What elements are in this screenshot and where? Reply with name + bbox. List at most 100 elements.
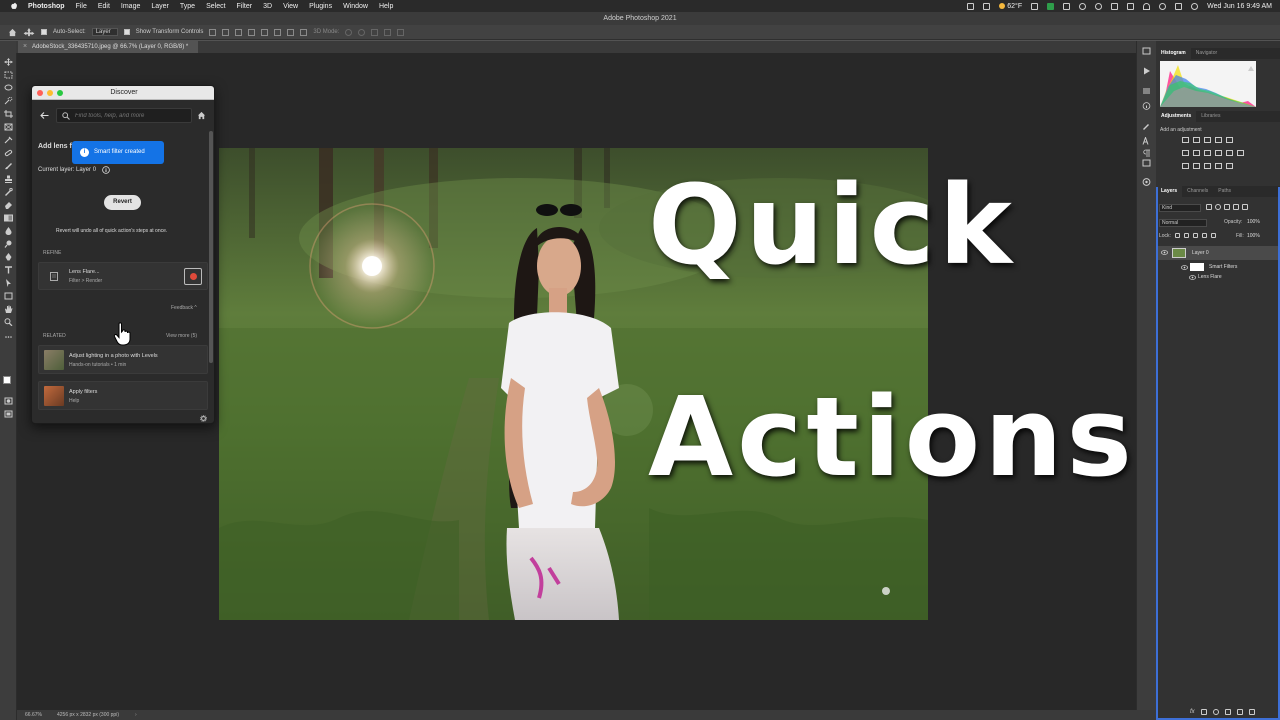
- related-item-filters[interactable]: Apply filters Help: [38, 381, 208, 410]
- info-panel-icon[interactable]: [1142, 102, 1151, 110]
- type-tool-icon[interactable]: [4, 266, 13, 274]
- more-tools-icon[interactable]: [4, 333, 13, 340]
- document-dimensions[interactable]: 4256 px x 2832 px (300 ppi): [57, 710, 119, 720]
- 3d-pan-icon[interactable]: [371, 28, 379, 36]
- move-tool-icon[interactable]: [4, 58, 13, 66]
- 3d-roll-icon[interactable]: [358, 28, 366, 36]
- auto-select-dropdown[interactable]: Layer: [91, 28, 118, 36]
- minimize-window-button[interactable]: [47, 90, 53, 96]
- discover-search-input[interactable]: [56, 108, 192, 123]
- blur-tool-icon[interactable]: [4, 227, 13, 235]
- play-action-icon[interactable]: [1142, 67, 1151, 75]
- wifi-icon[interactable]: [1143, 2, 1151, 10]
- siri-icon[interactable]: [1191, 2, 1199, 10]
- align-top-icon[interactable]: [248, 28, 256, 36]
- add-mask-icon[interactable]: [1200, 709, 1207, 715]
- document-tab[interactable]: × AdobeStock_336435710.jpeg @ 66.7% (Lay…: [18, 41, 198, 53]
- history-brush-tool-icon[interactable]: [4, 188, 13, 196]
- hue-saturation-icon[interactable]: [1182, 150, 1189, 156]
- lock-image-icon[interactable]: [1184, 233, 1189, 238]
- brush-settings-icon[interactable]: [1142, 122, 1151, 130]
- color-lookup-icon[interactable]: [1237, 150, 1244, 156]
- more-options-icon[interactable]: [300, 28, 308, 36]
- discover-scrollbar[interactable]: [209, 131, 213, 363]
- lock-position-icon[interactable]: [1193, 233, 1198, 238]
- blend-mode-dropdown[interactable]: Normal: [1159, 219, 1207, 227]
- vibrance-icon[interactable]: [1226, 137, 1233, 143]
- crop-tool-icon[interactable]: [4, 110, 13, 118]
- menubar-clock[interactable]: Wed Jun 16 9:49 AM: [1207, 3, 1272, 10]
- weather-widget[interactable]: 62°F: [999, 3, 1022, 10]
- align-middle-icon[interactable]: [261, 28, 269, 36]
- gear-icon[interactable]: [200, 415, 207, 422]
- cloud-sync-icon[interactable]: [1079, 2, 1087, 10]
- quick-selection-tool-icon[interactable]: [4, 97, 13, 105]
- clone-stamp-tool-icon[interactable]: [4, 175, 13, 183]
- distribute-icon[interactable]: [287, 28, 295, 36]
- status-menu-arrow-icon[interactable]: ›: [135, 710, 137, 720]
- selective-color-icon[interactable]: [1226, 163, 1233, 169]
- home-icon[interactable]: [197, 111, 206, 120]
- calendar-icon[interactable]: [1031, 2, 1039, 10]
- tab-navigator[interactable]: Navigator: [1191, 48, 1222, 59]
- clipboard-icon[interactable]: [1063, 2, 1071, 10]
- channel-mixer-icon[interactable]: [1226, 150, 1233, 156]
- gradient-map-icon[interactable]: [1215, 163, 1222, 169]
- posterize-icon[interactable]: [1193, 163, 1200, 169]
- menu-image[interactable]: Image: [121, 3, 140, 10]
- opacity-value[interactable]: 100%: [1247, 219, 1260, 225]
- fill-value[interactable]: 100%: [1247, 233, 1260, 239]
- eraser-tool-icon[interactable]: [4, 201, 13, 209]
- color-balance-icon[interactable]: [1193, 150, 1200, 156]
- exposure-icon[interactable]: [1215, 137, 1222, 143]
- move-tool-icon[interactable]: [23, 27, 35, 37]
- tab-libraries[interactable]: Libraries: [1196, 111, 1225, 122]
- visibility-eye-icon[interactable]: [1181, 265, 1188, 270]
- home-icon[interactable]: [8, 28, 17, 37]
- zoom-window-button[interactable]: [57, 90, 63, 96]
- layer-row-smart-filters[interactable]: Smart Filters: [1158, 262, 1278, 272]
- properties-icon[interactable]: [1142, 87, 1151, 95]
- menu-app-name[interactable]: Photoshop: [28, 3, 65, 10]
- frame-tool-icon[interactable]: [4, 123, 13, 131]
- visibility-eye-icon[interactable]: [1161, 250, 1168, 255]
- hand-tool-icon[interactable]: [4, 305, 13, 313]
- align-center-icon[interactable]: [222, 28, 230, 36]
- apple-icon[interactable]: [10, 2, 18, 10]
- menu-type[interactable]: Type: [180, 3, 195, 10]
- menu-layer[interactable]: Layer: [151, 3, 169, 10]
- layer-filter-kind-dropdown[interactable]: Kind: [1159, 204, 1201, 212]
- paragraph-panel-icon[interactable]: [1142, 149, 1151, 157]
- menu-file[interactable]: File: [76, 3, 87, 10]
- dropbox-icon[interactable]: [1095, 2, 1103, 10]
- lasso-tool-icon[interactable]: [4, 84, 13, 91]
- related-item-levels[interactable]: Adjust lighting in a photo with Levels H…: [38, 345, 208, 374]
- info-circle-icon[interactable]: [102, 166, 110, 174]
- rectangle-tool-icon[interactable]: [4, 292, 13, 300]
- filter-type-icon[interactable]: [1224, 204, 1230, 210]
- lock-all-icon[interactable]: [1211, 233, 1216, 238]
- levels-icon[interactable]: [1193, 137, 1200, 143]
- refine-item-lens-flare[interactable]: Lens Flare... Filter > Render: [38, 262, 208, 290]
- tab-adjustments[interactable]: Adjustments: [1156, 111, 1197, 122]
- menu-filter[interactable]: Filter: [237, 3, 253, 10]
- back-arrow-icon[interactable]: [40, 112, 49, 119]
- screen-mode-icon[interactable]: [4, 410, 13, 418]
- close-document-icon[interactable]: ×: [23, 41, 27, 53]
- bluetooth-icon[interactable]: [1111, 2, 1119, 10]
- transform-controls-checkbox[interactable]: [123, 29, 130, 35]
- brightness-contrast-icon[interactable]: [1182, 137, 1189, 143]
- align-left-icon[interactable]: [209, 28, 217, 36]
- control-center-icon[interactable]: [1175, 2, 1183, 10]
- align-right-icon[interactable]: [235, 28, 243, 36]
- path-selection-tool-icon[interactable]: [4, 279, 13, 287]
- new-layer-icon[interactable]: [1236, 709, 1243, 715]
- tab-histogram[interactable]: Histogram: [1156, 48, 1191, 59]
- screen-record-icon[interactable]: [967, 2, 975, 10]
- layer-row-layer0[interactable]: Layer 0: [1158, 246, 1278, 260]
- marquee-tool-icon[interactable]: [4, 71, 13, 79]
- menu-plugins[interactable]: Plugins: [309, 3, 332, 10]
- layer-row-lens-flare[interactable]: Lens Flare: [1158, 273, 1278, 282]
- 3d-slide-icon[interactable]: [384, 28, 392, 36]
- curves-icon[interactable]: [1204, 137, 1211, 143]
